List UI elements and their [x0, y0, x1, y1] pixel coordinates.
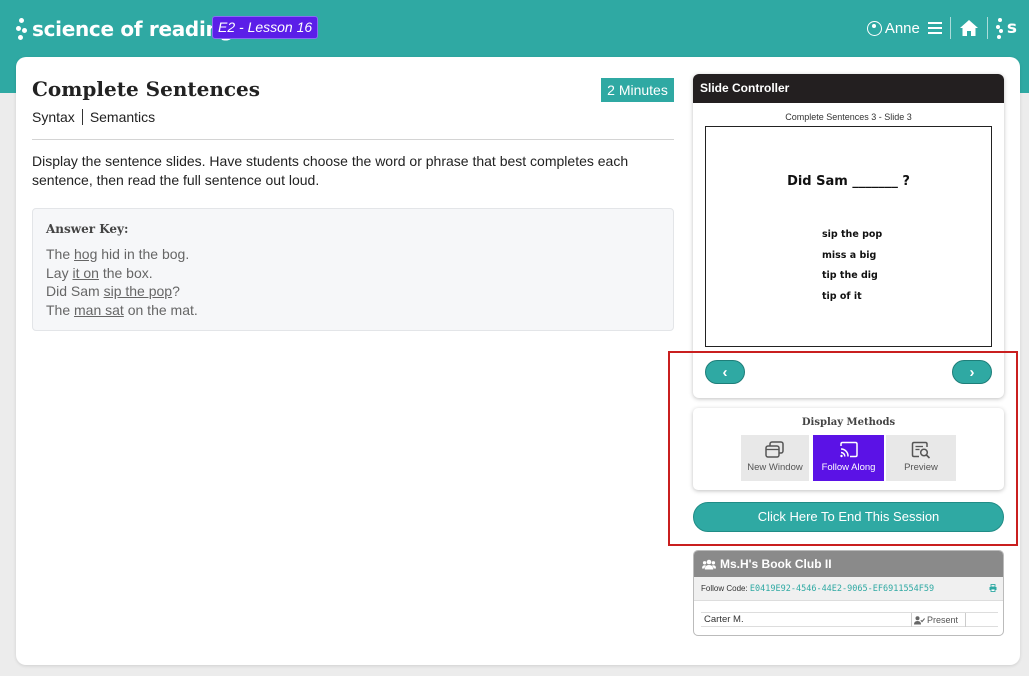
student-row: Carter M. Present [701, 612, 998, 627]
previous-slide-button[interactable]: ‹ [705, 360, 745, 384]
attendance-status[interactable]: Present [911, 613, 966, 627]
new-window-icon [765, 441, 784, 458]
user-name[interactable]: Anne [885, 20, 920, 37]
new-window-button[interactable]: New Window [741, 435, 809, 481]
top-right-nav: Anne s [866, 14, 1017, 42]
answer-word: man sat [74, 301, 124, 318]
slide-question: Did Sam _______ ? [787, 174, 910, 189]
menu-icon[interactable] [927, 22, 942, 34]
users-icon [702, 559, 716, 569]
brand-logo[interactable]: science of reading [16, 14, 234, 44]
mini-brand-text: s [1006, 18, 1017, 38]
preview-icon [911, 441, 931, 459]
slide-controller: Slide Controller Complete Sentences 3 - … [693, 74, 1004, 398]
divider [986, 17, 988, 39]
page-title: Complete Sentences [32, 77, 261, 101]
home-icon[interactable] [959, 19, 979, 37]
answer-key-title: Answer Key: [46, 222, 129, 236]
follow-code-row: Follow Code: E0419E92-4546-44E2-9065-EF6… [694, 577, 1003, 601]
print-icon[interactable] [989, 584, 997, 592]
cast-icon [839, 441, 858, 458]
slide-options: sip the pop miss a big tip the dig tip o… [822, 229, 882, 311]
answer-word: sip the pop [103, 283, 173, 299]
preview-label: Preview [904, 462, 938, 473]
tag-divider [81, 109, 83, 125]
end-session-button[interactable]: Click Here To End This Session [693, 502, 1004, 532]
answer-line: Lay it on the box. [46, 264, 153, 281]
follow-along-label: Follow Along [821, 462, 876, 473]
student-name: Carter M. [704, 614, 744, 625]
display-methods-title: Display Methods [801, 417, 896, 428]
display-methods-panel: Display Methods New Window Follow Along … [693, 408, 1004, 490]
answer-line: The hog hid in the bog. [46, 246, 190, 262]
slide-caption: Complete Sentences 3 - Slide 3 [785, 112, 912, 122]
slide-option: miss a big [822, 249, 877, 261]
new-window-label: New Window [747, 462, 803, 473]
slide-controller-title: Slide Controller [693, 74, 1004, 103]
book-club-name: Ms.H's Book Club II [720, 557, 832, 571]
preview-button[interactable]: Preview [886, 435, 956, 481]
slide-preview: Did Sam _______ ? sip the pop miss a big… [705, 126, 992, 347]
lesson-badge: E2 - Lesson 16 [212, 16, 319, 39]
answer-key-box: Answer Key: The hog hid in the bog. Lay … [32, 208, 674, 331]
duration-badge: 2 Minutes [601, 78, 674, 102]
user-icon[interactable] [866, 20, 882, 36]
chevron-right-icon: › [969, 363, 975, 381]
book-club-card: Ms.H's Book Club II Follow Code: E0419E9… [693, 550, 1004, 636]
divider [949, 17, 951, 39]
chevron-left-icon: ‹ [722, 363, 728, 381]
slide-option: tip the dig [822, 270, 878, 281]
divider [32, 139, 674, 140]
follow-code-value[interactable]: E0419E92-4546-44E2-9065-EF6911554F59 [750, 584, 934, 594]
answer-word: it on [72, 264, 99, 281]
logo-dots-icon [16, 16, 30, 42]
answer-line: The man sat on the mat. [46, 301, 198, 318]
lesson-tags: Syntax Semantics [32, 109, 155, 125]
slide-option: sip the pop [822, 229, 883, 240]
answer-line: Did Sam sip the pop? [46, 283, 180, 299]
follow-along-button[interactable]: Follow Along [813, 435, 884, 481]
brand-name: science of reading [32, 17, 234, 41]
attendance-label: Present [927, 615, 959, 625]
answer-key-lines: The hog hid in the bog. Lay it on the bo… [46, 245, 198, 319]
tag-semantics: Semantics [89, 109, 156, 125]
book-club-header: Ms.H's Book Club II [694, 551, 1003, 577]
logo-dots-icon [995, 17, 1004, 39]
instructions-text: Display the sentence slides. Have studen… [32, 153, 629, 188]
tag-syntax: Syntax [32, 109, 75, 125]
slide-option: tip of it [822, 290, 862, 302]
answer-word: hog [74, 246, 98, 262]
mini-brand-logo[interactable]: s [995, 17, 1017, 39]
user-check-icon [914, 615, 925, 624]
follow-code-label: Follow Code: [701, 584, 748, 593]
next-slide-button[interactable]: › [952, 360, 992, 384]
